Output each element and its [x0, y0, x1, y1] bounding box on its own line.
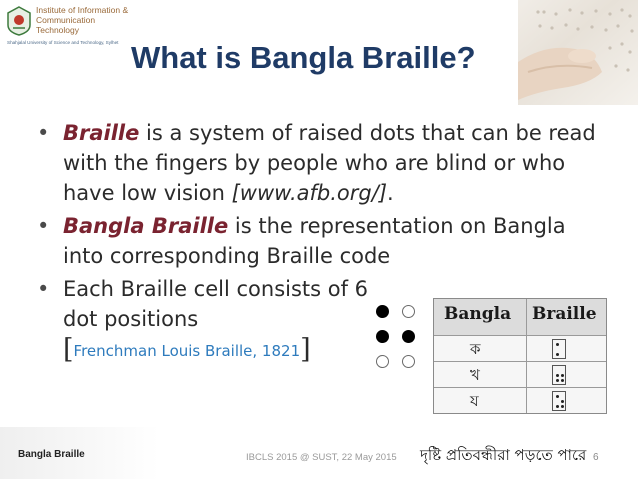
institute-emblem-icon — [7, 6, 31, 36]
bangla-letter: য — [470, 392, 479, 410]
university-name: Shahjalal University of Science and Tech… — [7, 40, 119, 45]
bullet-symbol: • — [37, 121, 50, 145]
braille-code-dot — [561, 374, 564, 377]
bullet-bangla-braille: • Bangla Braille is the representation o… — [37, 211, 607, 271]
bangla-braille-table: Bangla Braille ক খ য — [433, 298, 607, 414]
braille-dot-3 — [376, 330, 389, 343]
logo-line-1: Institute of Information & — [36, 5, 129, 15]
braille-code-dot — [556, 374, 559, 377]
braille-code-dot — [556, 395, 559, 398]
slide-number: 6 — [593, 452, 599, 463]
footer-slogan: দৃষ্টি প্রতিবন্ধীরা পড়তে পারে — [420, 446, 587, 464]
braille-hand-image — [518, 8, 634, 100]
logo-line-3: Technology — [36, 25, 80, 35]
braille-dot-5 — [376, 355, 389, 368]
institute-logo: Institute of Information & Communication… — [4, 4, 134, 50]
braille-cell-diagram — [370, 302, 420, 372]
braille-code-dot — [556, 343, 559, 346]
braille-code-dot — [556, 405, 559, 408]
header-braille: Braille — [532, 304, 597, 324]
column-divider — [526, 299, 527, 413]
braille-photo — [518, 0, 638, 105]
citation-bracket-close: ] — [300, 334, 311, 365]
slide: Institute of Information & Communication… — [0, 0, 638, 479]
braille-dot-6 — [402, 355, 415, 368]
braille-code — [552, 339, 566, 359]
bangla-letter: খ — [470, 366, 480, 384]
braille-code-dot — [556, 379, 559, 382]
footer-topic: Bangla Braille — [18, 449, 85, 460]
braille-dot-2 — [402, 305, 415, 318]
table-row: য — [434, 387, 606, 414]
table-row: খ — [434, 361, 606, 388]
bullet-braille: • Braille is a system of raised dots tha… — [37, 118, 607, 208]
braille-code-dot — [561, 379, 564, 382]
braille-code — [552, 391, 566, 411]
header-bangla: Bangla — [444, 304, 512, 324]
logo-line-2: Communication — [36, 15, 96, 25]
braille-code — [552, 365, 566, 385]
braille-code-dot — [561, 400, 564, 403]
bullet-cell-positions: • Each Braille cell consists of 6 dot po… — [37, 274, 373, 366]
braille-code-dot — [561, 405, 564, 408]
bangla-letter: ক — [470, 340, 481, 358]
bullet-end: . — [387, 181, 394, 205]
bullet-symbol: • — [37, 214, 50, 238]
braille-code-dot — [556, 353, 559, 356]
citation-bracket-open: [ — [63, 334, 74, 365]
institute-name: Institute of Information & Communication… — [36, 5, 136, 35]
braille-dot-1 — [376, 305, 389, 318]
footer-conference: IBCLS 2015 @ SUST, 22 May 2015 — [246, 452, 397, 463]
braille-dot-4 — [402, 330, 415, 343]
table-header: Bangla Braille — [434, 299, 606, 335]
bullet-text: Each Braille cell consists of 6 dot posi… — [63, 277, 369, 331]
slide-title: What is Bangla Braille? — [131, 40, 476, 75]
term-bangla-braille: Bangla Braille — [63, 214, 229, 238]
table-row: ক — [434, 335, 606, 362]
reference-afb: [www.afb.org/] — [231, 181, 388, 205]
term-braille: Braille — [63, 121, 140, 145]
bullet-symbol: • — [37, 277, 50, 301]
citation-louis-braille: Frenchman Louis Braille, 1821 — [73, 342, 301, 360]
